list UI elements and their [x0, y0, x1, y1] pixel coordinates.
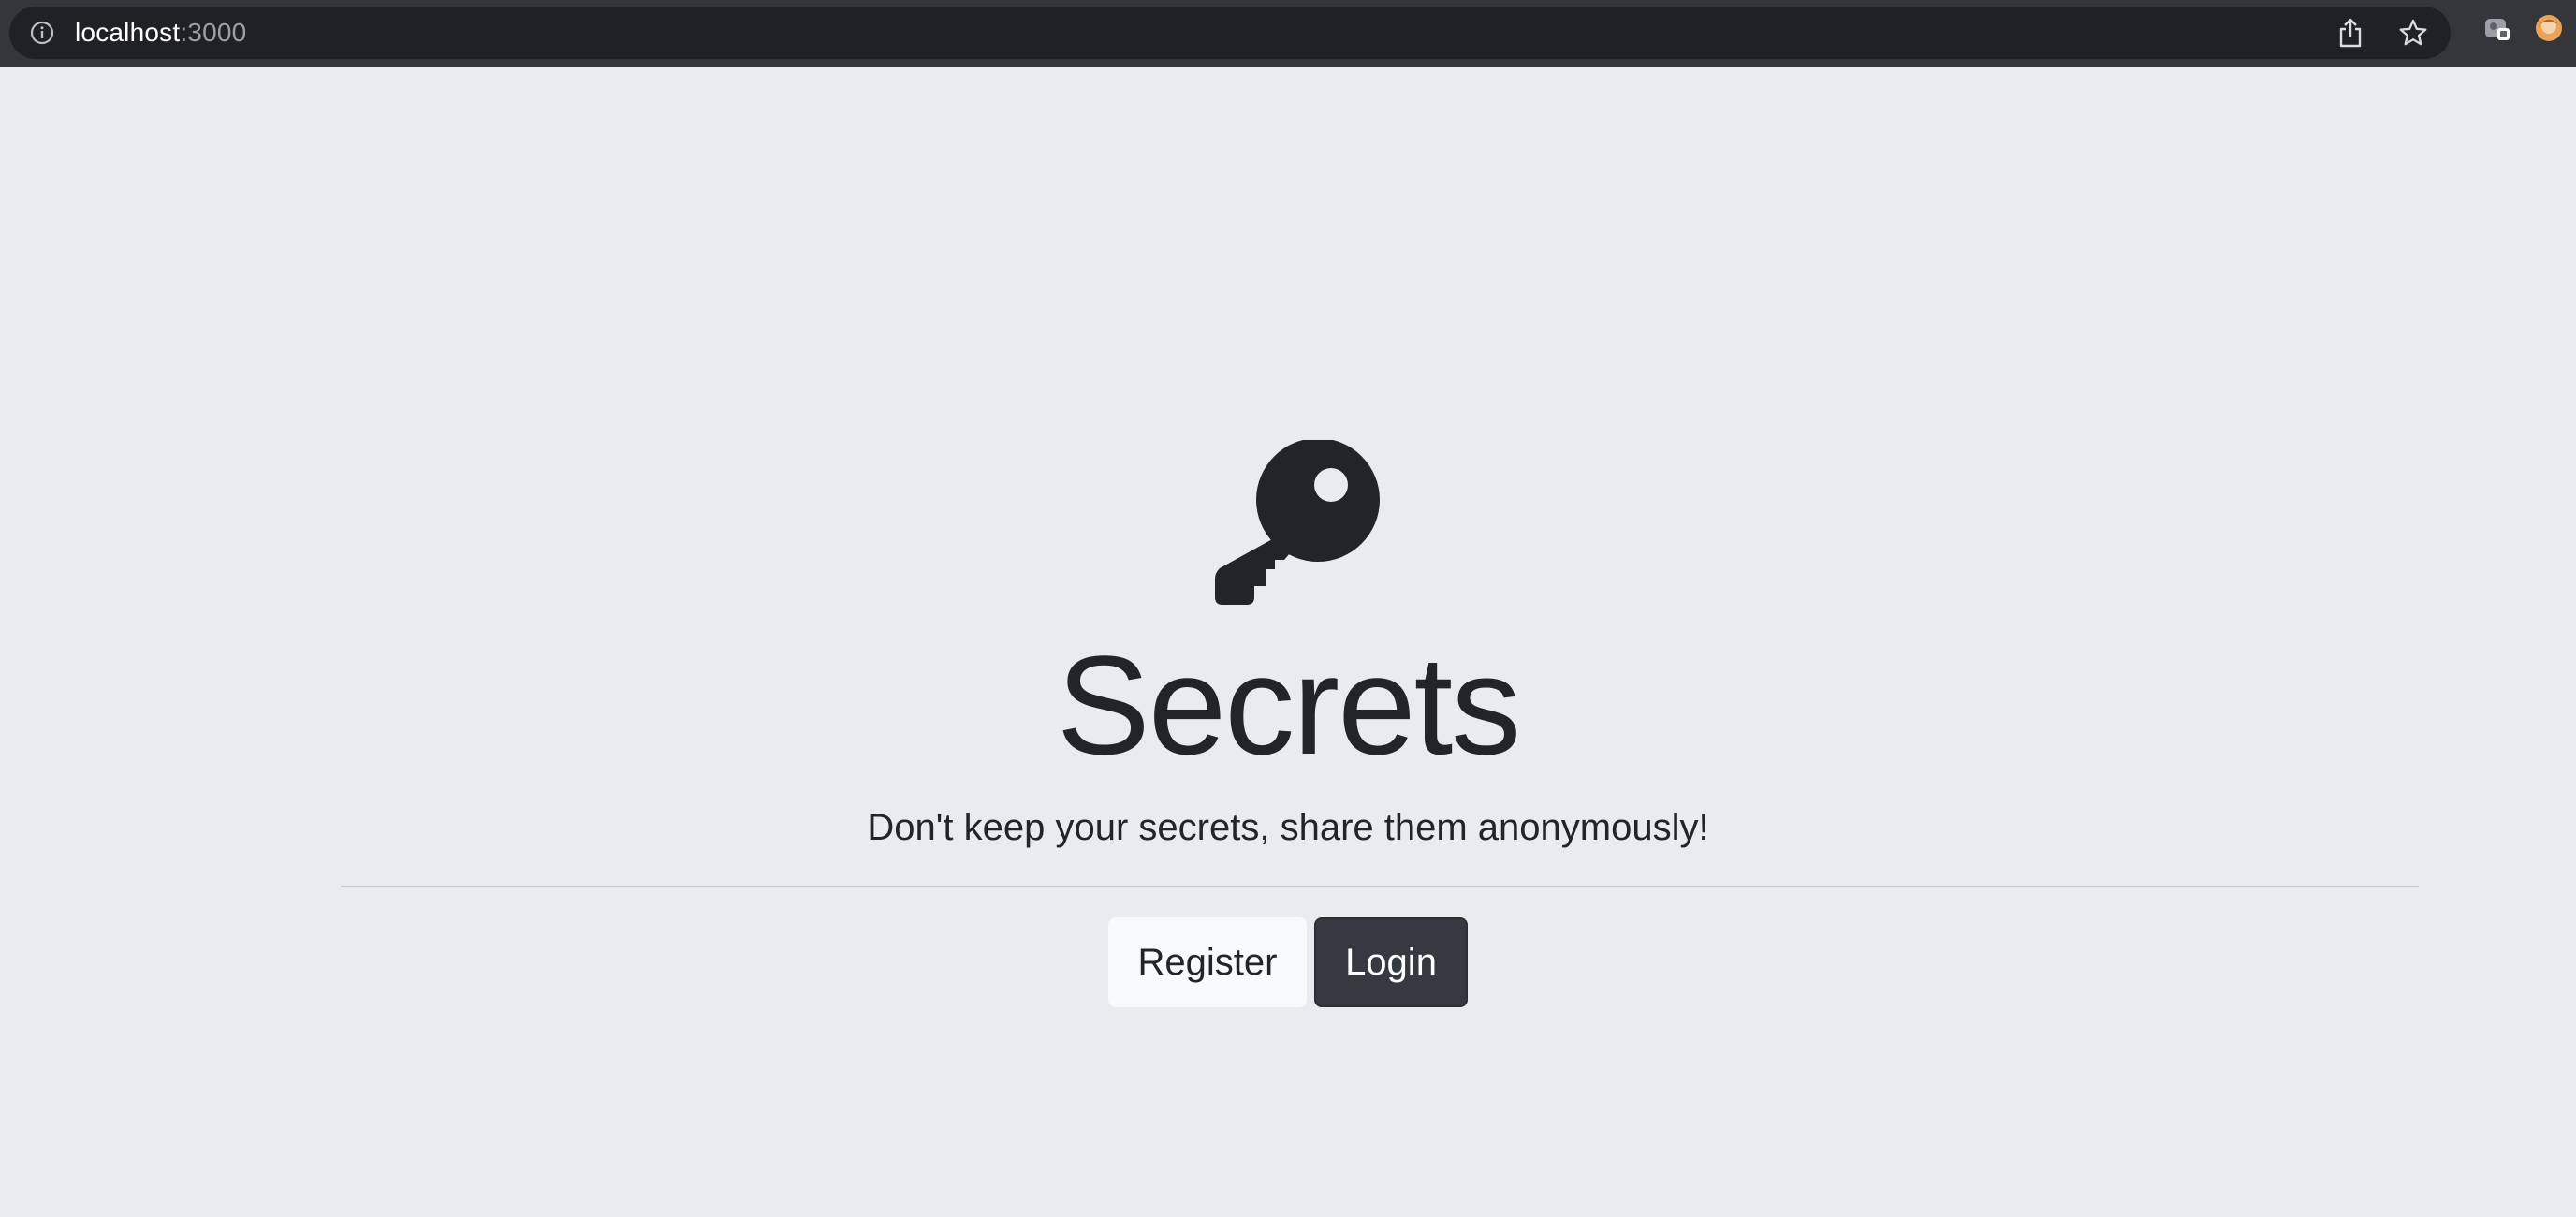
info-icon[interactable] [30, 21, 54, 45]
login-button[interactable]: Login [1314, 917, 1468, 1007]
action-buttons: Register Login [0, 917, 2576, 1007]
address-bar[interactable]: localhost:3000 [9, 7, 2451, 59]
share-icon[interactable] [2338, 18, 2363, 48]
extension-icon[interactable] [2482, 13, 2512, 48]
register-button[interactable]: Register [1108, 917, 1307, 1007]
star-icon[interactable] [2398, 18, 2428, 48]
key-icon [1194, 438, 1382, 627]
page-subtitle: Don't keep your secrets, share them anon… [867, 807, 1709, 848]
profile-avatar-icon[interactable] [2535, 14, 2563, 47]
divider [341, 886, 2419, 887]
url-host: localhost [75, 18, 181, 47]
page-title: Secrets [1056, 626, 1522, 784]
url-port: :3000 [180, 18, 247, 47]
url-text[interactable]: localhost:3000 [75, 18, 246, 48]
page-content: Secrets Don't keep your secrets, share t… [0, 67, 2576, 1217]
browser-toolbar: localhost:3000 [0, 0, 2576, 67]
